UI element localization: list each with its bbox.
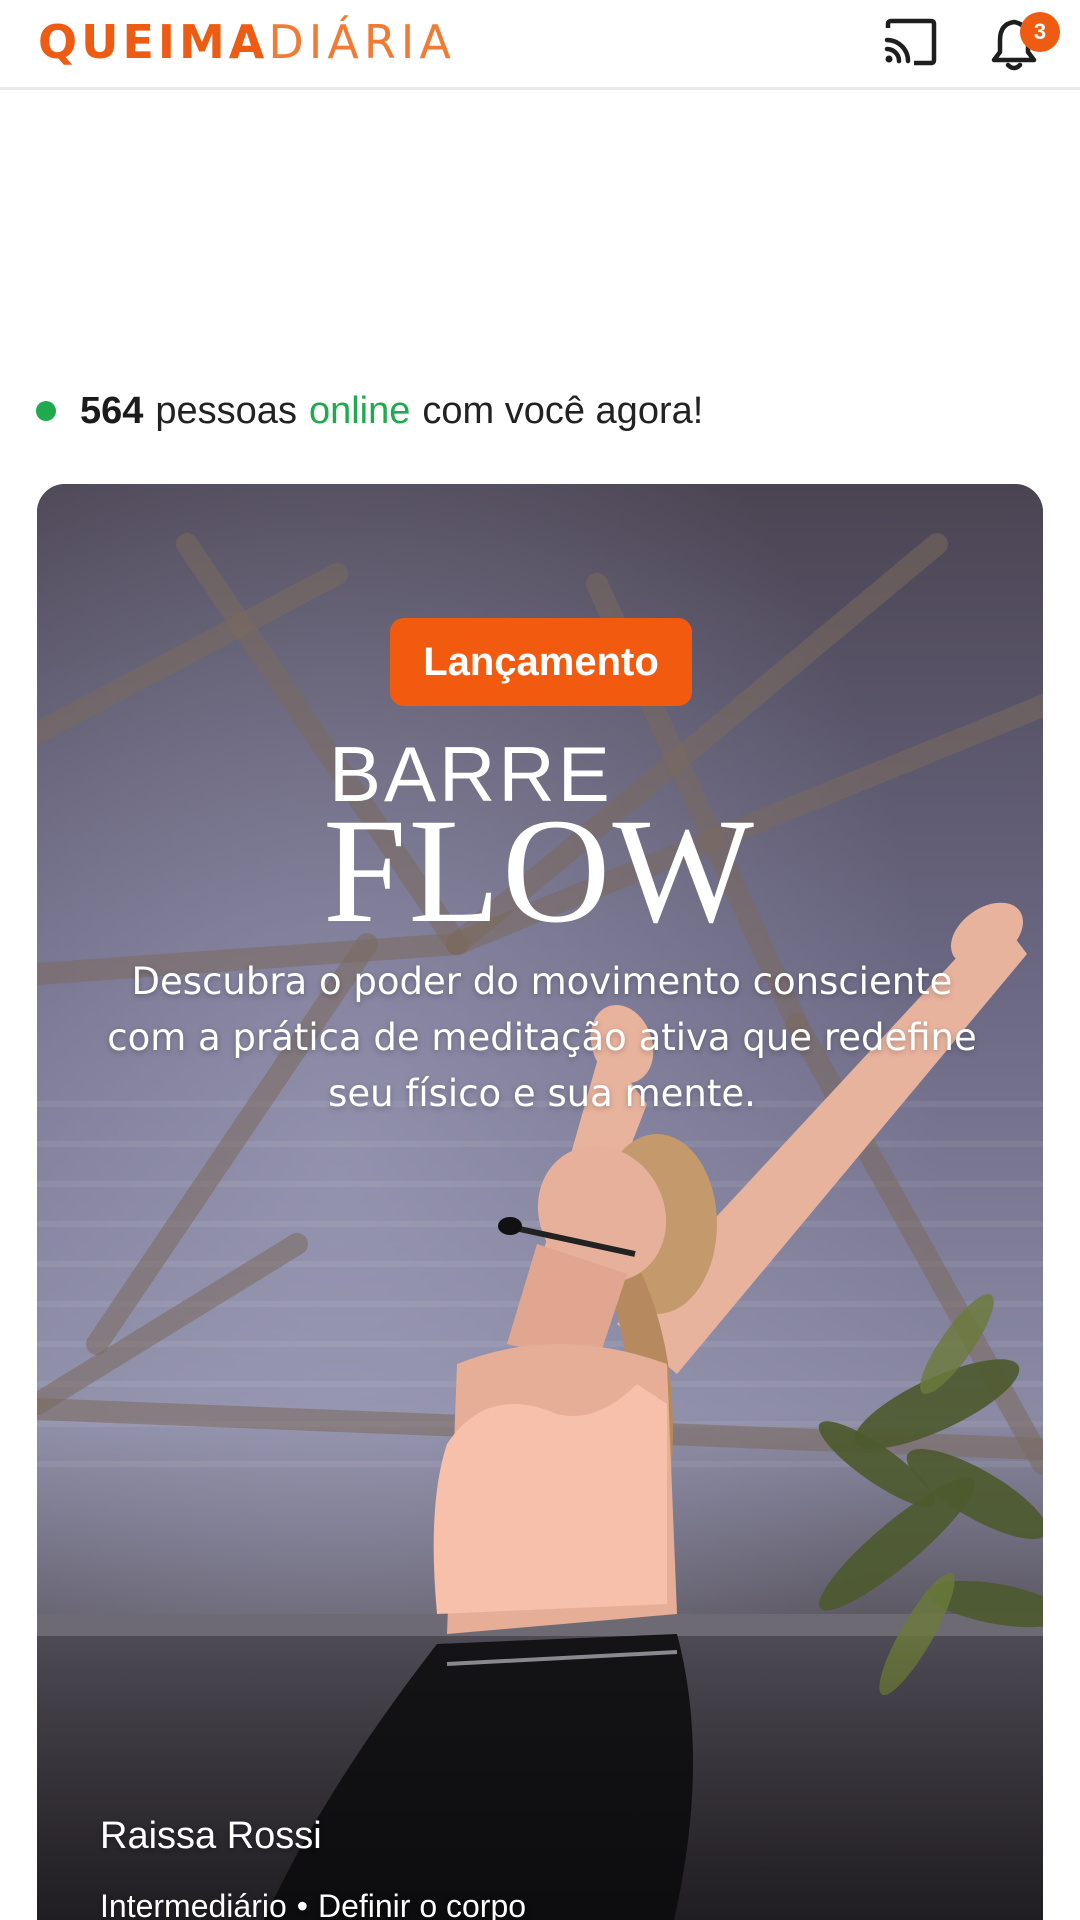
top-app-bar: QUEIMADIÁRIA 3 [0,0,1080,90]
program-tagline: Descubra o poder do movimento consciente… [107,960,977,1115]
online-users-indicator: 564 pessoas online com você agora! [36,385,715,437]
online-text-after: com você agora! [422,389,704,432]
app-logo: QUEIMADIÁRIA [38,14,456,70]
online-text-before: pessoas [155,389,297,432]
online-highlight: online [308,389,411,432]
online-count: 564 [80,389,144,432]
notification-count-badge: 3 [1020,12,1060,52]
instructor-name: Raissa Rossi [100,1815,322,1857]
program-title-main: FLOW [323,788,756,954]
cast-icon [884,18,937,66]
logo-light-text: DIÁRIA [268,15,456,69]
app-screen: QUEIMADIÁRIA 3 564 pessoas online com vo… [0,0,1080,1920]
meta-separator: • [296,1888,308,1920]
cast-button[interactable] [880,14,942,70]
program-goal: Definir o corpo [317,1888,527,1920]
notifications-button[interactable]: 3 [980,10,1060,74]
program-level: Intermediário [100,1888,287,1920]
launch-badge: Lançamento [390,618,692,706]
featured-program-card[interactable]: Lançamento BARRE FLOW Descubra o poder d… [37,484,1043,1920]
online-status-dot [36,401,56,421]
logo-strong-text: QUEIMA [38,15,269,69]
program-meta: Intermediário • Definir o corpo [100,1884,526,1920]
